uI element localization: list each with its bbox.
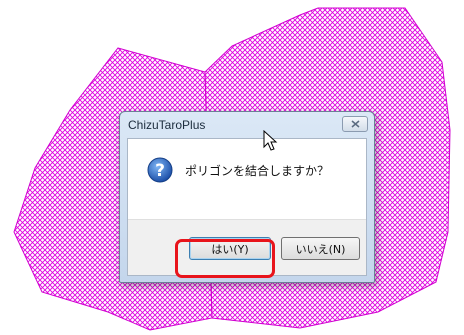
close-icon xyxy=(351,120,360,128)
mouse-pointer-icon xyxy=(263,130,278,151)
svg-text:?: ? xyxy=(155,161,165,181)
highlight-box xyxy=(175,239,275,278)
no-button[interactable]: いいえ(N) xyxy=(281,237,360,260)
question-icon: ? xyxy=(147,157,173,183)
close-button[interactable] xyxy=(342,116,368,132)
dialog-titlebar[interactable]: ChizuTaroPlus xyxy=(120,112,374,138)
dialog-title: ChizuTaroPlus xyxy=(128,118,206,132)
footer-divider xyxy=(128,219,366,220)
dialog-message: ポリゴンを結合しますか？ xyxy=(185,164,330,178)
dialog-message-area: ? ポリゴンを結合しますか？ xyxy=(128,139,366,219)
